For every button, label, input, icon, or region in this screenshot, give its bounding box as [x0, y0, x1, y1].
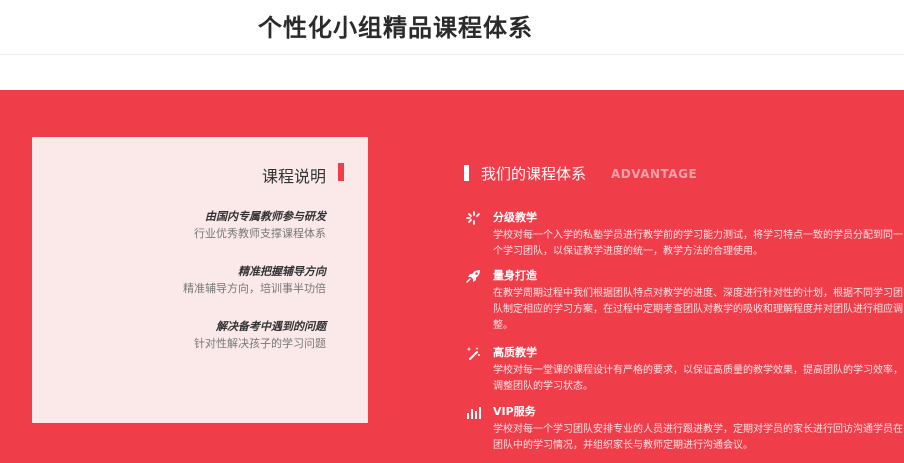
- card-item-desc: 针对性解决孩子的学习问题: [194, 337, 326, 350]
- card-item: 由国内专属教师参与研发 行业优秀教师支撑课程体系: [194, 209, 326, 242]
- header-band: 个性化小组精品课程体系: [0, 0, 904, 55]
- feature-title: 量身打造: [493, 269, 537, 282]
- card-item-desc: 精准辅导方向，培训事半功倍: [183, 282, 326, 295]
- heading-accent-bar: [464, 165, 469, 181]
- feature-desc: 学校对每一个学习团队安排专业的人员进行跟进教学，定期对学员的家长进行回访沟通学员…: [493, 424, 903, 451]
- card-item: 精准把握辅导方向 精准辅导方向，培训事半功倍: [183, 264, 326, 297]
- system-heading: 我们的课程体系: [481, 165, 587, 183]
- system-heading-en: ADVANTAGE: [611, 167, 698, 181]
- feature-desc: 学校对每一个入学的私塾学员进行教学前的学习能力测试，将学习特点一致的学员分配到同…: [493, 230, 903, 257]
- course-description-card: 课程说明 由国内专属教师参与研发 行业优秀教师支撑课程体系 精准把握辅导方向 精…: [32, 137, 368, 423]
- bar-chart-icon: [467, 407, 481, 419]
- loading-spinner-icon: [466, 211, 480, 225]
- card-heading: 课程说明: [261, 167, 326, 186]
- feature-desc: 在教学周期过程中我们根据团队特点对教学的进度、深度进行针对性的计划，根据不同学习…: [493, 288, 903, 331]
- card-item-title: 解决备考中遇到的问题: [216, 320, 326, 333]
- card-item-desc: 行业优秀教师支撑课程体系: [194, 227, 326, 240]
- feature-title: 高质教学: [493, 346, 537, 359]
- heading-accent-bar: [338, 163, 344, 181]
- feature-title: 分级教学: [493, 211, 537, 224]
- card-item-title: 精准把握辅导方向: [238, 265, 326, 278]
- card-item: 解决备考中遇到的问题 针对性解决孩子的学习问题: [194, 319, 326, 352]
- feature-desc: 学校对每一堂课的课程设计有严格的要求，以保证高质量的教学效果，提高团队的学习效率…: [493, 365, 903, 392]
- feature-title: VIP服务: [493, 405, 536, 418]
- rocket-icon: [466, 270, 480, 283]
- course-system-section: 课程说明 由国内专属教师参与研发 行业优秀教师支撑课程体系 精准把握辅导方向 精…: [0, 90, 904, 463]
- magic-wand-icon: [466, 347, 480, 360]
- card-item-title: 由国内专属教师参与研发: [205, 210, 326, 223]
- page-title: 个性化小组精品课程体系: [258, 14, 533, 42]
